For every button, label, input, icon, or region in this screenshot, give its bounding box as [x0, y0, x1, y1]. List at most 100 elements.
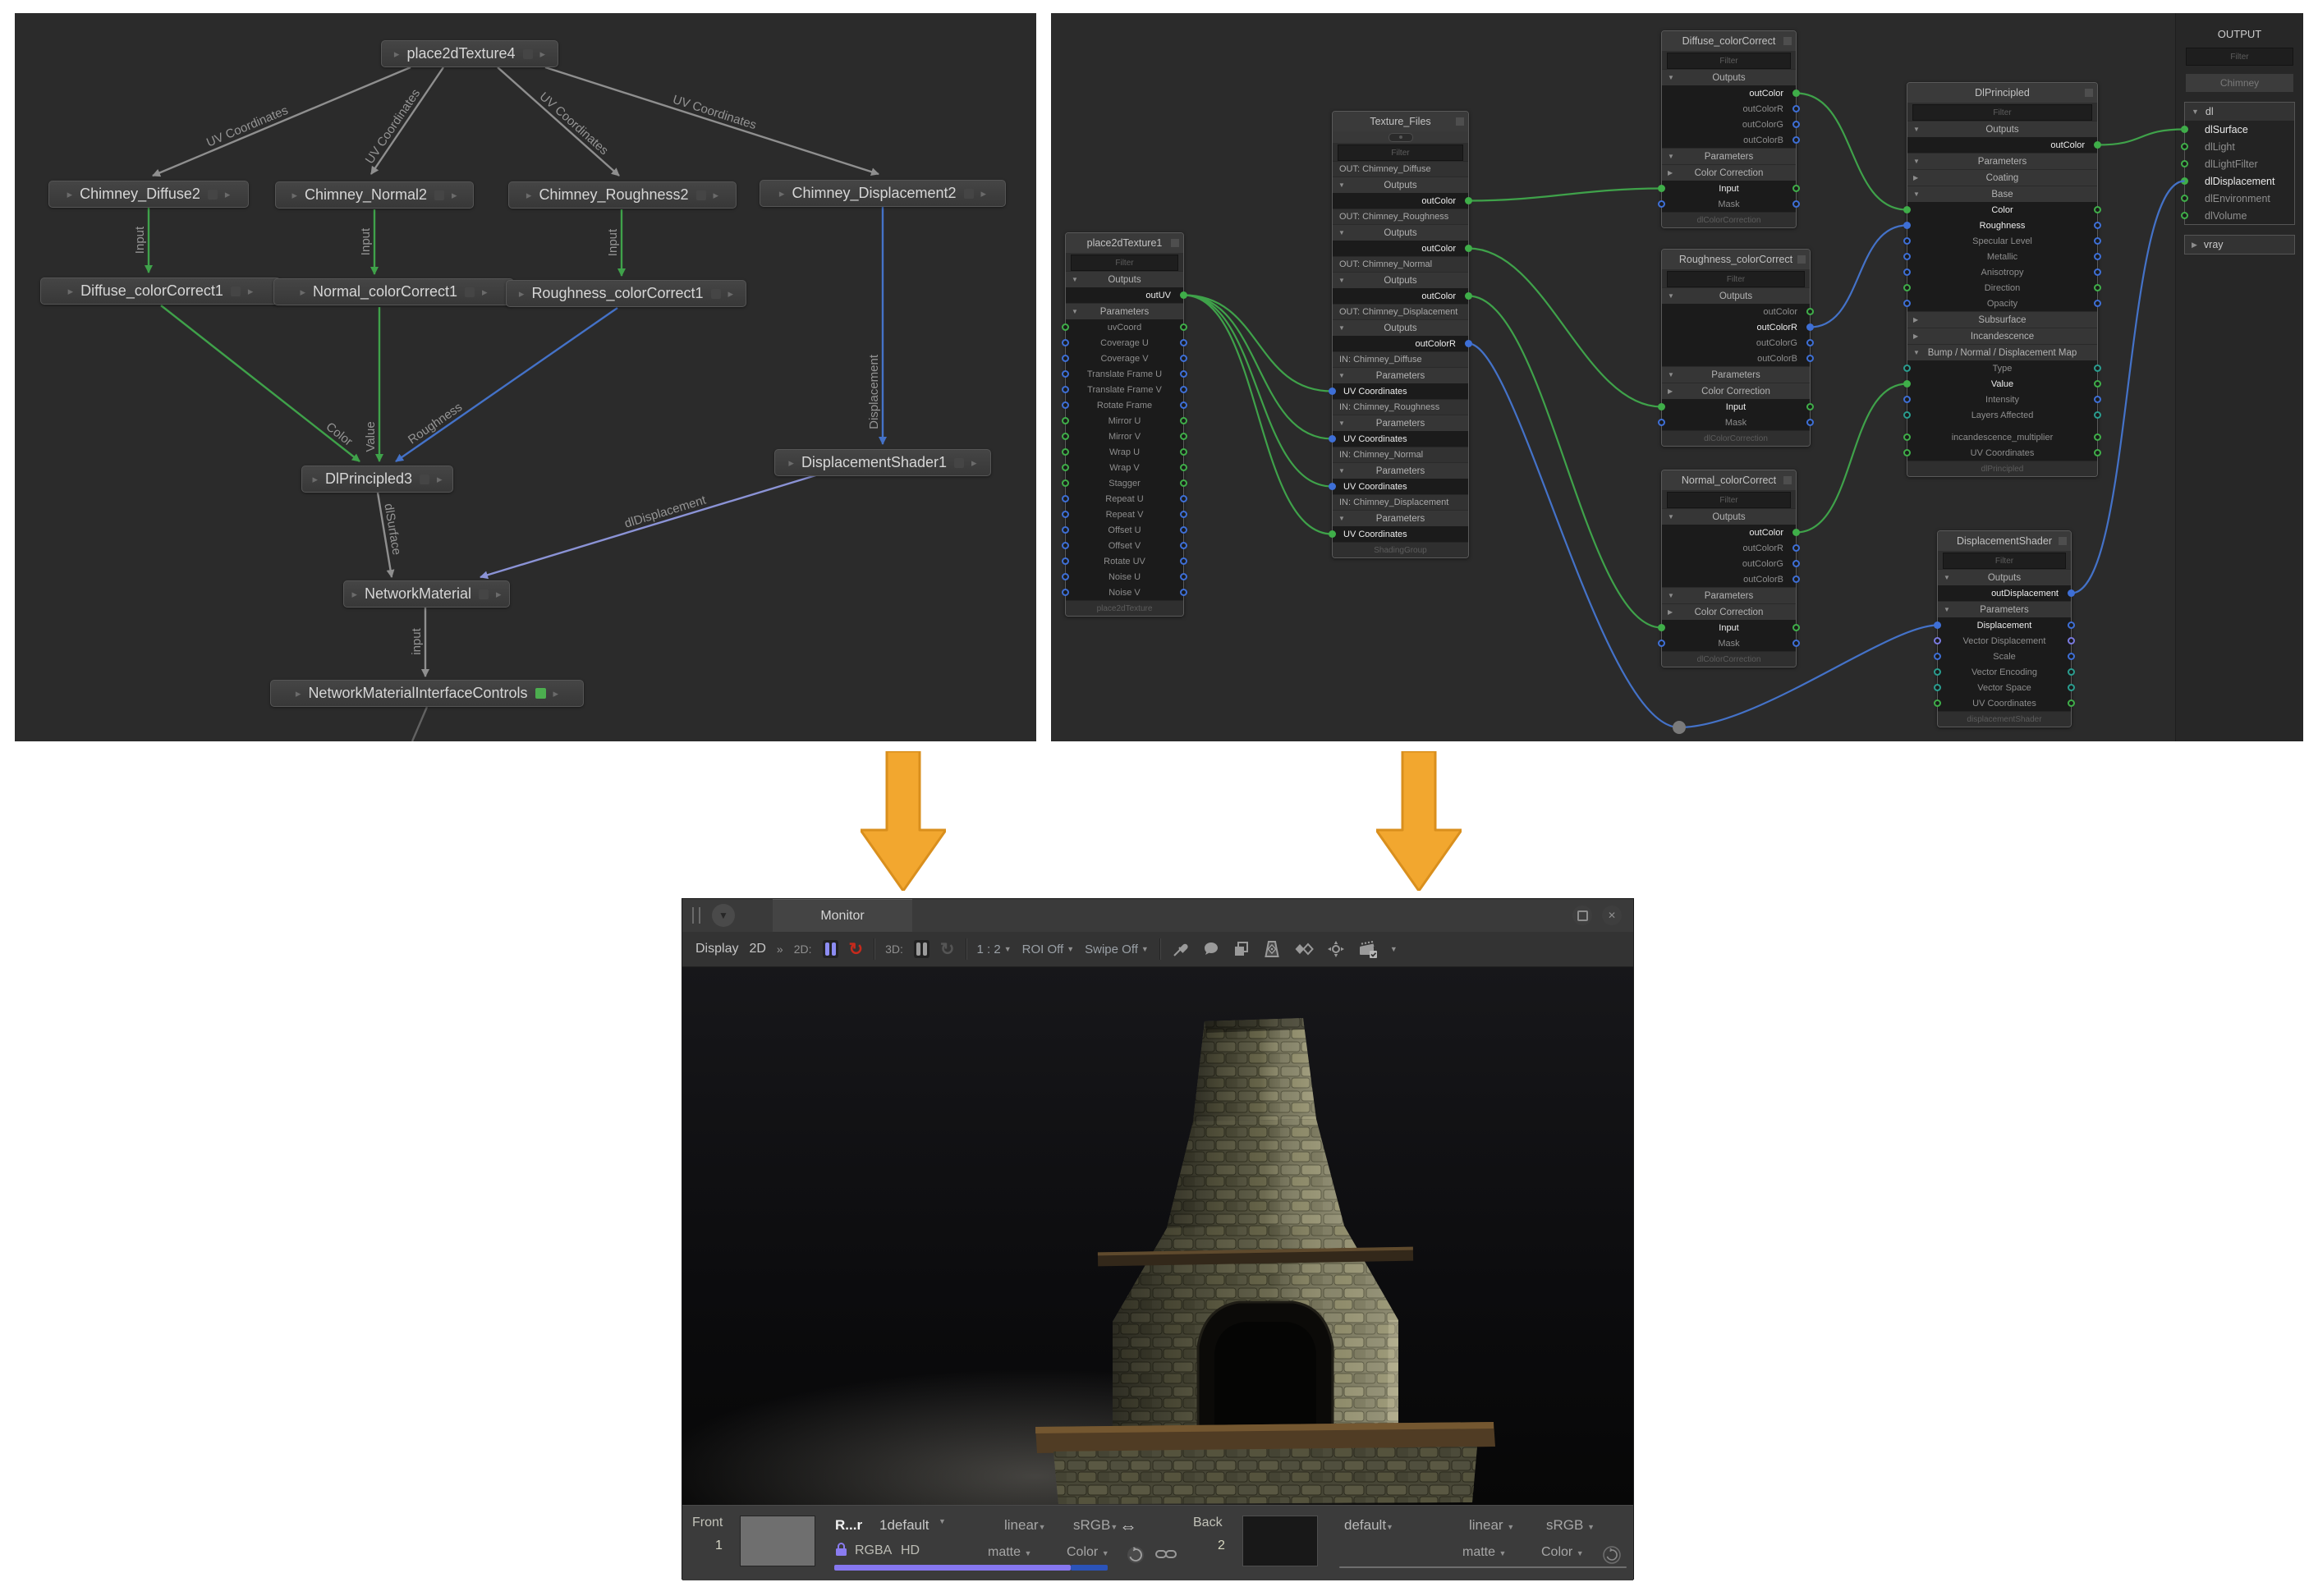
port-dot[interactable]	[1062, 526, 1069, 534]
port-dot[interactable]	[1806, 355, 1814, 362]
filter-input[interactable]: Filter	[1667, 492, 1791, 508]
node-dlprincipled3[interactable]: ▸DlPrincipled3▸	[301, 466, 453, 493]
node-networkmaterialinterfacecontrols[interactable]: ▸NetworkMaterialInterfaceControls▸	[270, 680, 584, 707]
collapse-box[interactable]	[2085, 89, 2093, 97]
port-dot[interactable]	[2094, 206, 2101, 213]
port-dot[interactable]	[1180, 323, 1187, 331]
drag-handle-icon[interactable]	[692, 907, 700, 924]
expand-toolbar-icon[interactable]: »	[777, 942, 783, 956]
refresh-3d-icon[interactable]: ↻	[940, 941, 955, 958]
port-dot[interactable]	[1792, 576, 1800, 583]
port-dot[interactable]	[2094, 396, 2101, 403]
port-dot[interactable]	[1792, 200, 1800, 208]
port-dot[interactable]	[1465, 340, 1472, 347]
output-port-dlLightFilter[interactable]: dlLightFilter	[2185, 155, 2294, 172]
port-dot[interactable]	[1180, 370, 1187, 378]
port-dot[interactable]	[2181, 160, 2188, 167]
port-dot[interactable]	[1465, 197, 1472, 204]
port-dot[interactable]	[1465, 245, 1472, 252]
port-dot[interactable]	[1658, 419, 1665, 426]
port-dot[interactable]	[2094, 449, 2101, 456]
back-channel-view-dropdown[interactable]: Color ▼	[1541, 1545, 1584, 1560]
port-dot[interactable]	[2094, 380, 2101, 388]
port-dot[interactable]	[2094, 141, 2101, 149]
port-value[interactable]: Value	[1907, 376, 2097, 392]
port-dot[interactable]	[1792, 529, 1800, 536]
port-dot[interactable]	[1062, 448, 1069, 456]
port-dot[interactable]	[2068, 699, 2075, 707]
port-dot[interactable]	[1934, 668, 1941, 676]
port-dot[interactable]	[2181, 177, 2188, 185]
filter-input[interactable]: Filter	[1912, 104, 2092, 121]
clapperboard-icon[interactable]	[1356, 938, 1379, 960]
port-dot[interactable]	[1062, 557, 1069, 565]
port-dot[interactable]	[1903, 396, 1911, 403]
port-dot[interactable]	[2094, 237, 2101, 245]
output-port-dlDisplacement[interactable]: dlDisplacement	[2185, 172, 2294, 190]
port-dot[interactable]	[1903, 284, 1911, 291]
port-outDisplacement[interactable]: outDisplacement	[1938, 585, 2071, 601]
collapse-box[interactable]	[2059, 537, 2067, 545]
pan-zoom-target-icon[interactable]	[1326, 939, 1346, 959]
port-dot[interactable]	[1062, 339, 1069, 346]
port-dot[interactable]	[1934, 653, 1941, 660]
port-dot[interactable]	[2181, 212, 2188, 219]
port-dot[interactable]	[1062, 323, 1069, 331]
port-dot[interactable]	[2068, 668, 2075, 676]
port-noise-v[interactable]: Noise V	[1066, 585, 1183, 600]
pane-menu-button[interactable]: ▼	[712, 904, 735, 927]
collapse-box[interactable]	[1783, 476, 1792, 484]
port-vector-space[interactable]: Vector Space	[1938, 680, 2071, 695]
node-place2dTexture1[interactable]: place2dTexture1Filter▼OutputsoutUV▼Param…	[1065, 232, 1184, 617]
port-mirror-u[interactable]: Mirror U	[1066, 413, 1183, 429]
port-dot[interactable]	[2094, 300, 2101, 307]
port-dot[interactable]	[1180, 557, 1187, 565]
port-dot[interactable]	[1903, 449, 1911, 456]
back-thumbnail[interactable]	[1242, 1516, 1318, 1566]
display-menu[interactable]: Display	[695, 942, 738, 956]
port-translate-frame-u[interactable]: Translate Frame U	[1066, 366, 1183, 382]
port-roughness[interactable]: Roughness	[1907, 218, 2097, 233]
filter-input[interactable]: Filter	[1667, 271, 1805, 287]
port-offset-u[interactable]: Offset U	[1066, 522, 1183, 538]
port-repeat-u[interactable]: Repeat U	[1066, 491, 1183, 507]
port-rotate-frame[interactable]: Rotate Frame	[1066, 397, 1183, 413]
port-dot[interactable]	[1903, 300, 1911, 307]
port-uv_displacement[interactable]: UV Coordinates	[1333, 526, 1468, 542]
port-dot[interactable]	[2181, 126, 2188, 133]
section-header[interactable]: ▼Parameters	[1333, 510, 1468, 526]
port-input[interactable]: Input	[1662, 620, 1796, 635]
port-direction[interactable]: Direction	[1907, 280, 2097, 296]
port-dot[interactable]	[2068, 621, 2075, 629]
dropdown-caret-icon[interactable]: ▼	[1390, 945, 1398, 953]
section-header[interactable]: ▶Coating	[1907, 169, 2097, 186]
section-header[interactable]: ▼Outputs	[1662, 287, 1810, 304]
section-header[interactable]: ▼Outputs	[1938, 569, 2071, 585]
eyedropper-icon[interactable]	[1171, 939, 1191, 959]
port-incandescence-multiplier[interactable]: incandescence_multiplier	[1907, 429, 2097, 445]
node-networkmaterial[interactable]: ▸NetworkMaterial▸	[343, 580, 510, 608]
section-header[interactable]: ▼Parameters	[1333, 462, 1468, 479]
port-dot[interactable]	[1465, 292, 1472, 300]
port-dot[interactable]	[1934, 621, 1941, 629]
port-dot[interactable]	[1792, 544, 1800, 552]
port-rotate-uv[interactable]: Rotate UV	[1066, 553, 1183, 569]
port-wrap-v[interactable]: Wrap V	[1066, 460, 1183, 475]
port-intensity[interactable]: Intensity	[1907, 392, 2097, 407]
port-dot[interactable]	[2068, 589, 2075, 597]
gamut-icon[interactable]	[1262, 939, 1282, 959]
front-thumbnail[interactable]	[740, 1516, 815, 1566]
section-header[interactable]: ▼Outputs	[1333, 272, 1468, 288]
close-button[interactable]: ✕	[1602, 906, 1622, 925]
port-dot[interactable]	[1062, 511, 1069, 518]
port-dot[interactable]	[1062, 464, 1069, 471]
section-header[interactable]: ▼Outputs	[1662, 508, 1796, 525]
port-out_diffuse[interactable]: outColor	[1333, 193, 1468, 209]
port-out_normal[interactable]: outColor	[1333, 288, 1468, 304]
port-vector-displacement[interactable]: Vector Displacement	[1938, 633, 2071, 649]
section-header[interactable]: ▼Outputs	[1066, 271, 1183, 287]
port-outcolorr[interactable]: outColorR	[1662, 101, 1796, 117]
port-dot[interactable]	[1180, 401, 1187, 409]
port-dot[interactable]	[1062, 479, 1069, 487]
filter-input[interactable]: Filter	[1943, 553, 2066, 569]
